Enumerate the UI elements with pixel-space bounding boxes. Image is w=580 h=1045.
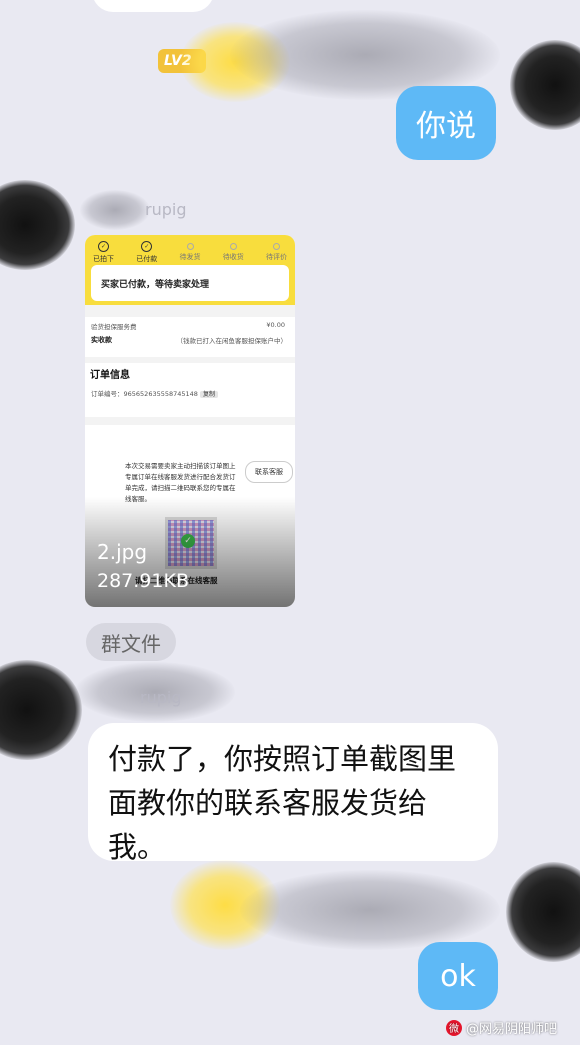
order-number-row: 订单编号：965652635558745148 复制 — [91, 388, 219, 398]
order-info-title: 订单信息 — [90, 370, 130, 381]
step-dot-icon — [273, 243, 280, 250]
weibo-icon: 微 — [446, 1019, 462, 1036]
service-fee-value: ¥0.00 — [266, 321, 285, 329]
avatar[interactable] — [510, 40, 580, 130]
step-item: ✓ 已付款 — [136, 241, 158, 263]
order-status-title: 买家已付款，等待卖家处理 — [91, 265, 289, 301]
group-file-label[interactable]: 群文件 — [86, 623, 176, 661]
service-fee-label: 验货担保服务费 — [91, 323, 137, 331]
my-message-bubble[interactable]: ok — [418, 942, 498, 1010]
order-number-label: 订单编号： — [91, 390, 124, 398]
sender-name: rupig — [145, 200, 187, 219]
step-item: 待收货 — [223, 241, 244, 264]
previous-message-bubble — [92, 0, 214, 12]
sender-name: rupig — [140, 688, 182, 707]
file-size: 287.91KB — [97, 570, 189, 592]
weibo-watermark: 微 @网易阴阳师吧 — [446, 1018, 557, 1037]
order-number: 965652635558745148 — [123, 390, 198, 398]
order-progress-steps: ✓ 已拍下 ✓ 已付款 待发货 待收货 待评价 — [93, 241, 287, 264]
gray-divider — [85, 417, 295, 425]
check-icon: ✓ — [98, 241, 109, 252]
check-icon: ✓ — [141, 241, 153, 252]
avatar[interactable] — [0, 660, 82, 760]
copy-button[interactable]: 复制 — [200, 391, 219, 398]
contact-service-button[interactable]: 联系客服 — [245, 461, 293, 483]
redaction-scribble — [240, 870, 500, 950]
avatar[interactable] — [506, 862, 580, 962]
image-file-card[interactable]: ✓ 已拍下 ✓ 已付款 待发货 待收货 待评价 买家已付款，等待卖家处理 验货担… — [85, 235, 295, 607]
step-item: 待评价 — [266, 241, 287, 264]
watermark-text: @网易阴阳师吧 — [466, 1022, 558, 1037]
avatar[interactable] — [0, 180, 75, 270]
gray-divider — [85, 305, 295, 317]
file-name: 2.jpg — [97, 540, 148, 564]
step-item: 待发货 — [180, 241, 201, 264]
redaction-scribble — [80, 190, 150, 230]
received-label: 实收款 — [91, 336, 112, 344]
received-note: （钱款已打入在闲鱼客服担保账户中） — [176, 337, 288, 345]
my-message-bubble[interactable]: 你说 — [396, 86, 496, 160]
step-dot-icon — [229, 243, 237, 250]
other-message-bubble[interactable]: 付款了，你按照订单截图里面教你的联系客服发货给我。 — [88, 723, 498, 864]
step-dot-icon — [186, 243, 194, 250]
step-item: ✓ 已拍下 — [93, 241, 114, 263]
